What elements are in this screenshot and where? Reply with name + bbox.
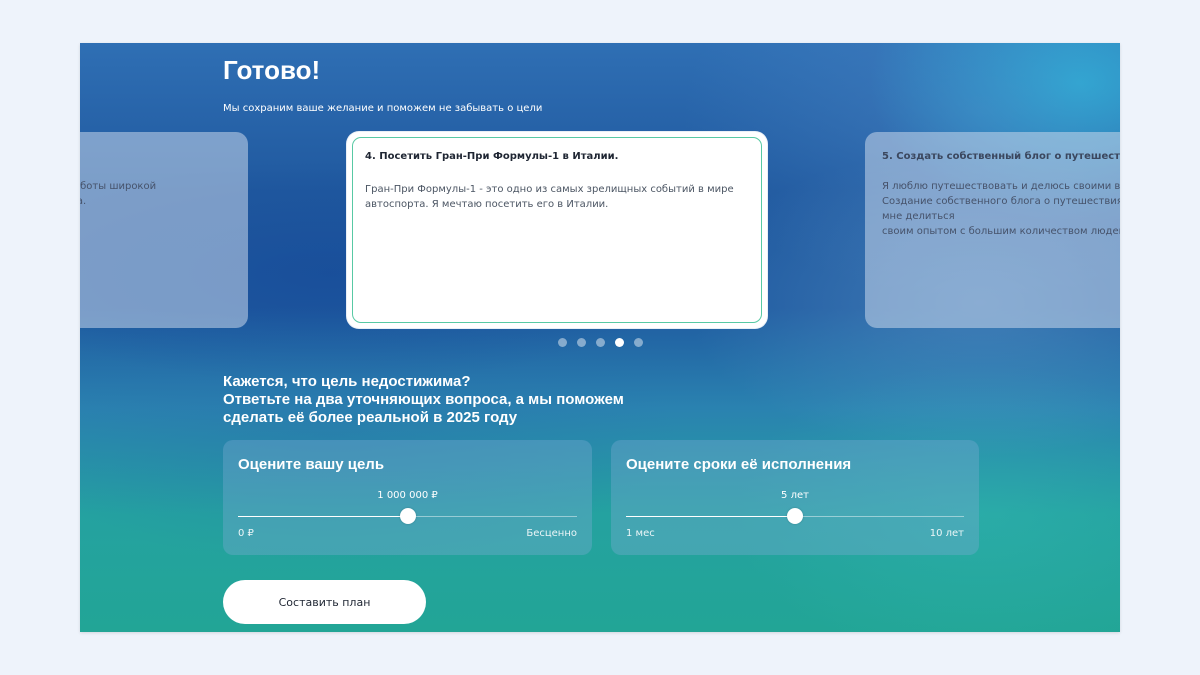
slider-min-label: 1 мес: [626, 528, 655, 539]
goal-card-content: 4. Посетить Гран-При Формулы-1 в Италии.…: [352, 137, 762, 323]
goal-screen: Готово! Мы сохраним ваше желание и помож…: [80, 43, 1120, 632]
slider-thumb[interactable]: [787, 508, 803, 524]
carousel-pagination: [558, 338, 643, 347]
clarifying-question-heading: Кажется, что цель недостижима? Ответьте …: [223, 373, 643, 427]
goal-card-active[interactable]: 4. Посетить Гран-При Формулы-1 в Италии.…: [347, 132, 767, 328]
make-plan-button[interactable]: Составить план: [223, 580, 426, 624]
goal-card-title: 4. Посетить Гран-При Формулы-1 в Италии.: [365, 151, 619, 162]
goal-card-text: Я люблю путешествовать и делюсь своими в…: [882, 181, 1120, 237]
goal-card-title: 5. Создать собственный блог о путешестви…: [882, 151, 1120, 162]
carousel-dot-5[interactable]: [634, 338, 643, 347]
slider-thumb[interactable]: [399, 508, 416, 524]
goal-value-slider[interactable]: [238, 508, 577, 524]
slider-value: 5 лет: [781, 490, 809, 501]
slider-fill: [238, 516, 408, 517]
timeline-slider[interactable]: [626, 508, 964, 524]
carousel-dot-4[interactable]: [615, 338, 624, 347]
goal-card-text: азать свои работы широкой это моя мечта.: [80, 181, 157, 207]
slider-min-label: 0 ₽: [238, 528, 254, 539]
question-line: сделать её более реальной в 2025 году: [223, 409, 518, 426]
carousel-dot-1[interactable]: [558, 338, 567, 347]
page-title: Готово!: [223, 55, 321, 85]
slider-max-label: 10 лет: [929, 528, 964, 539]
page-subtitle: Мы сохраним ваше желание и поможем не за…: [223, 103, 543, 114]
slider-value: 1 000 000 ₽: [377, 490, 438, 501]
slider-max-label: Бесценно: [526, 528, 577, 539]
timeline-panel: Оцените сроки её исполнения 5 лет 1 мес …: [611, 440, 979, 555]
goal-card-next[interactable]: 5. Создать собственный блог о путешестви…: [865, 132, 1120, 328]
goal-card-text: Гран-При Формулы-1 - это одно из самых з…: [365, 184, 734, 210]
carousel-dot-2[interactable]: [577, 338, 586, 347]
carousel-dot-3[interactable]: [596, 338, 605, 347]
goal-value-panel: Оцените вашу цель 1 000 000 ₽ 0 ₽ Бесцен…: [223, 440, 592, 555]
question-line: Кажется, что цель недостижима?: [223, 373, 471, 390]
slider-fill: [626, 516, 795, 517]
panel-title: Оцените вашу цель: [238, 456, 385, 473]
panel-title: Оцените сроки её исполнения: [626, 456, 852, 473]
goal-card-previous[interactable]: азать свои работы широкой это моя мечта.: [80, 132, 248, 328]
question-line: Ответьте на два уточняющих вопроса, а мы…: [223, 391, 624, 408]
